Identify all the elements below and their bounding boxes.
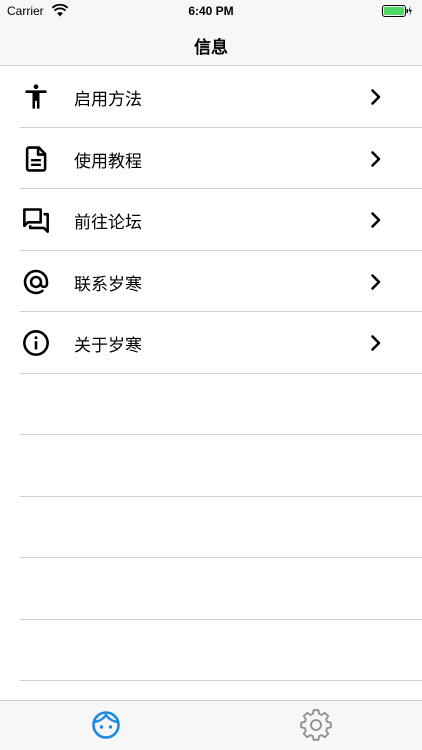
row-separator	[20, 680, 422, 681]
chevron-right-icon	[371, 150, 381, 167]
clock: 6:40 PM	[188, 4, 234, 18]
gear-icon	[300, 709, 332, 741]
chevron-right-icon	[371, 273, 381, 290]
menu-item-label: 前往论坛	[74, 213, 142, 233]
empty-row	[0, 374, 422, 435]
page-title: 信息	[194, 38, 228, 58]
empty-row	[0, 435, 422, 497]
chevron-right-icon	[371, 212, 381, 228]
menu-item-enable-method[interactable]: 启用方法	[0, 66, 422, 128]
document-icon	[25, 145, 47, 172]
forum-icon	[23, 208, 49, 233]
menu-item-contact[interactable]: 联系岁寒	[0, 251, 422, 312]
tab-settings[interactable]	[296, 705, 336, 745]
tab-info[interactable]	[86, 705, 126, 745]
at-sign-icon	[23, 269, 49, 294]
chevron-right-icon	[371, 335, 381, 351]
chevron-right-icon	[371, 89, 381, 105]
menu-item-label: 联系岁寒	[74, 274, 142, 295]
navigation-bar: 信息	[0, 22, 422, 66]
status-bar: Carrier 6:40 PM	[0, 0, 422, 22]
accessibility-icon	[25, 84, 47, 109]
menu-item-label: 关于岁寒	[74, 336, 142, 356]
empty-row	[0, 558, 422, 620]
battery-icon	[382, 5, 412, 17]
menu-item-forum[interactable]: 前往论坛	[0, 189, 422, 251]
menu-item-label: 使用教程	[74, 151, 142, 172]
empty-row	[0, 620, 422, 681]
menu-item-about[interactable]: 关于岁寒	[0, 312, 422, 374]
menu-item-label: 启用方法	[74, 90, 142, 110]
info-icon	[23, 330, 49, 356]
empty-row	[0, 497, 422, 558]
face-icon	[92, 711, 120, 739]
tab-bar	[0, 700, 422, 750]
info-menu-list: 启用方法 使用教程 前往论坛 联系岁寒 关于岁寒	[0, 66, 422, 681]
menu-item-tutorial[interactable]: 使用教程	[0, 128, 422, 189]
